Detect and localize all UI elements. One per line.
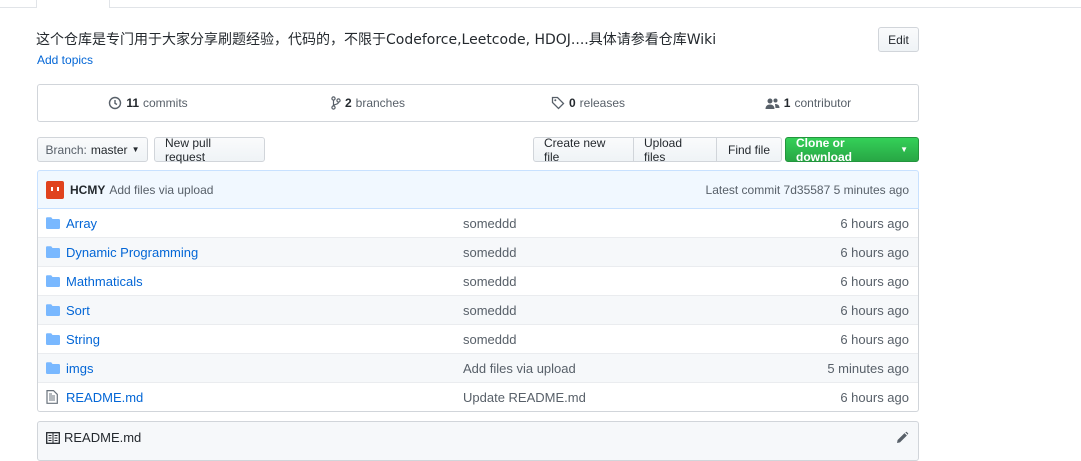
branches-label: branches	[355, 96, 406, 110]
avatar[interactable]	[46, 180, 64, 199]
readme-title: README.md	[64, 430, 142, 445]
history-icon	[109, 96, 122, 110]
file-toolbar: Branch: master ▼ New pull request Create…	[37, 135, 919, 164]
book-icon	[46, 431, 60, 444]
branch-value: master	[90, 142, 128, 157]
caret-down-icon: ▼	[131, 145, 140, 154]
file-commit-message-link[interactable]: Add files via upload	[463, 361, 763, 376]
pencil-icon[interactable]	[895, 422, 909, 453]
add-topics-link[interactable]: Add topics	[37, 53, 93, 67]
file-name-link[interactable]: Dynamic Programming	[66, 245, 463, 260]
file-age: 6 hours ago	[840, 302, 909, 318]
caret-down-icon: ▼	[900, 145, 908, 154]
tag-icon	[551, 96, 565, 110]
file-row[interactable]: Sort someddd 6 hours ago	[38, 295, 918, 324]
branch-select-button[interactable]: Branch: master ▼	[37, 137, 148, 162]
file-row[interactable]: Mathmaticals someddd 6 hours ago	[38, 266, 918, 295]
readme-header: README.md	[46, 422, 141, 453]
file-age: 6 hours ago	[840, 244, 909, 260]
file-commit-message-link[interactable]: Update README.md	[463, 390, 763, 405]
commit-message-link[interactable]: Add files via upload	[109, 183, 213, 197]
file-name-link[interactable]: Array	[66, 216, 463, 231]
file-row[interactable]: Array someddd 6 hours ago	[38, 209, 918, 237]
file-age: 6 hours ago	[840, 273, 909, 289]
edit-description-button[interactable]: Edit	[878, 27, 919, 52]
file-actions-group: Create new file Upload files Find file	[533, 136, 782, 164]
folder-icon	[46, 362, 62, 374]
file-row[interactable]: Dynamic Programming someddd 6 hours ago	[38, 237, 918, 266]
folder-icon	[46, 246, 62, 258]
file-age: 6 hours ago	[840, 389, 909, 405]
file-age: 5 minutes ago	[827, 360, 909, 376]
contributors-stat[interactable]: 1 contributor	[698, 96, 918, 110]
releases-count: 0	[568, 96, 576, 110]
file-name-link[interactable]: String	[66, 332, 463, 347]
contributors-label: contributor	[794, 96, 852, 110]
latest-commit-info[interactable]: Latest commit 7d35587 5 minutes ago	[706, 183, 909, 197]
file-commit-message-link[interactable]: someddd	[463, 216, 763, 231]
folder-icon	[46, 217, 62, 229]
folder-icon	[46, 275, 62, 287]
file-row[interactable]: README.md Update README.md 6 hours ago	[38, 382, 918, 411]
branch-label: Branch:	[45, 142, 87, 157]
find-file-button[interactable]: Find file	[716, 137, 782, 162]
file-commit-message-link[interactable]: someddd	[463, 274, 763, 289]
file-icon	[46, 390, 62, 404]
repo-summary: 11 commits 2 branches 0 releases 1 contr…	[37, 84, 919, 122]
new-pull-request-button[interactable]: New pull request	[154, 136, 265, 164]
active-tab[interactable]	[36, 0, 110, 8]
file-commit-message-link[interactable]: someddd	[463, 332, 763, 347]
folder-icon	[46, 304, 62, 316]
file-name-link[interactable]: Mathmaticals	[66, 274, 463, 289]
clone-label: Clone or download	[796, 135, 852, 164]
latest-commit-bar: HCMY Add files via upload Latest commit …	[37, 170, 919, 209]
create-new-file-button[interactable]: Create new file	[533, 136, 634, 164]
file-commit-message-link[interactable]: someddd	[463, 245, 763, 260]
file-list: Array someddd 6 hours ago Dynamic Programmi…	[37, 209, 919, 412]
file-row[interactable]: imgs Add files via upload 5 minutes ago	[38, 353, 918, 382]
branches-stat[interactable]: 2 branches	[258, 96, 478, 110]
commits-count: 11	[126, 96, 139, 110]
readme-box: README.md	[37, 421, 919, 461]
folder-icon	[46, 333, 62, 345]
identicon-icon	[51, 186, 59, 191]
releases-stat[interactable]: 0 releases	[478, 96, 698, 110]
repo-description: 这个仓库是专门用于大家分享刷题经验，代码的，不限于Codeforce,Leetc…	[36, 32, 717, 48]
releases-label: releases	[579, 96, 626, 110]
file-name-link[interactable]: imgs	[66, 361, 463, 376]
file-name-link[interactable]: Sort	[66, 303, 463, 318]
file-commit-message-link[interactable]: someddd	[463, 303, 763, 318]
commit-author-link[interactable]: HCMY	[70, 183, 105, 197]
commits-stat[interactable]: 11 commits	[38, 96, 258, 110]
file-age: 6 hours ago	[840, 331, 909, 347]
file-age: 6 hours ago	[840, 215, 909, 231]
commits-label: commits	[143, 96, 188, 110]
upload-files-button[interactable]: Upload files	[633, 136, 717, 164]
branch-icon	[331, 96, 341, 110]
branches-count: 2	[344, 96, 352, 110]
contributors-count: 1	[783, 96, 791, 110]
tab-underline	[0, 7, 1081, 8]
file-name-link[interactable]: README.md	[66, 390, 463, 405]
clone-or-download-button[interactable]: Clone or download ▼	[785, 135, 919, 164]
file-row[interactable]: String someddd 6 hours ago	[38, 324, 918, 353]
people-icon	[765, 98, 780, 109]
